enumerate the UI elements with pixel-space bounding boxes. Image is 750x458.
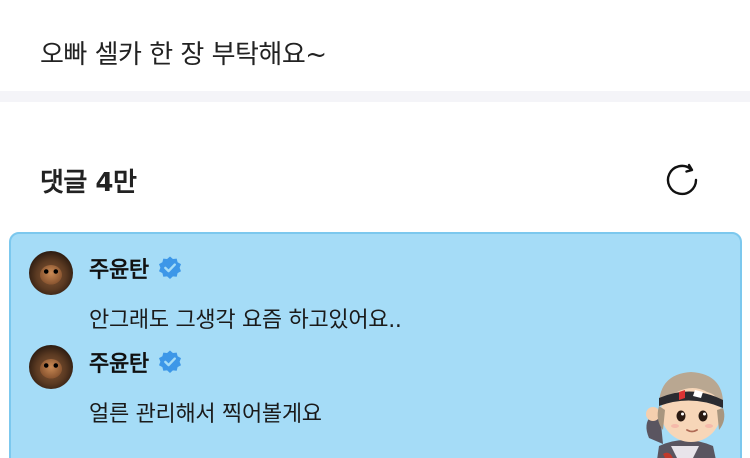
refresh-button[interactable] — [660, 158, 704, 202]
comment-text: 얼른 관리해서 찍어볼게요 — [89, 402, 322, 427]
reply-comment-card: 주윤탄 안그래도 그생각 요즘 하고있어요.. 주윤탄 얼른 관리해서 찍어볼게… — [9, 232, 742, 458]
verified-badge-icon — [158, 350, 181, 373]
comment-text: 안그래도 그생각 요즘 하고있어요.. — [89, 308, 402, 333]
author-name: 주윤탄 — [89, 258, 149, 283]
comment-author[interactable]: 주윤탄 — [89, 346, 183, 378]
section-divider — [0, 91, 750, 102]
character-sticker — [646, 372, 725, 458]
verified-badge-icon — [158, 256, 181, 279]
post-text: 오빠 셀카 한 장 부탁해요~ — [40, 40, 327, 70]
avatar[interactable] — [29, 251, 73, 295]
comment-author[interactable]: 주윤탄 — [89, 252, 183, 284]
avatar[interactable] — [29, 345, 73, 389]
comments-count-header: 댓글 4만 — [40, 168, 137, 198]
author-name: 주윤탄 — [89, 352, 149, 377]
refresh-icon — [666, 163, 698, 196]
